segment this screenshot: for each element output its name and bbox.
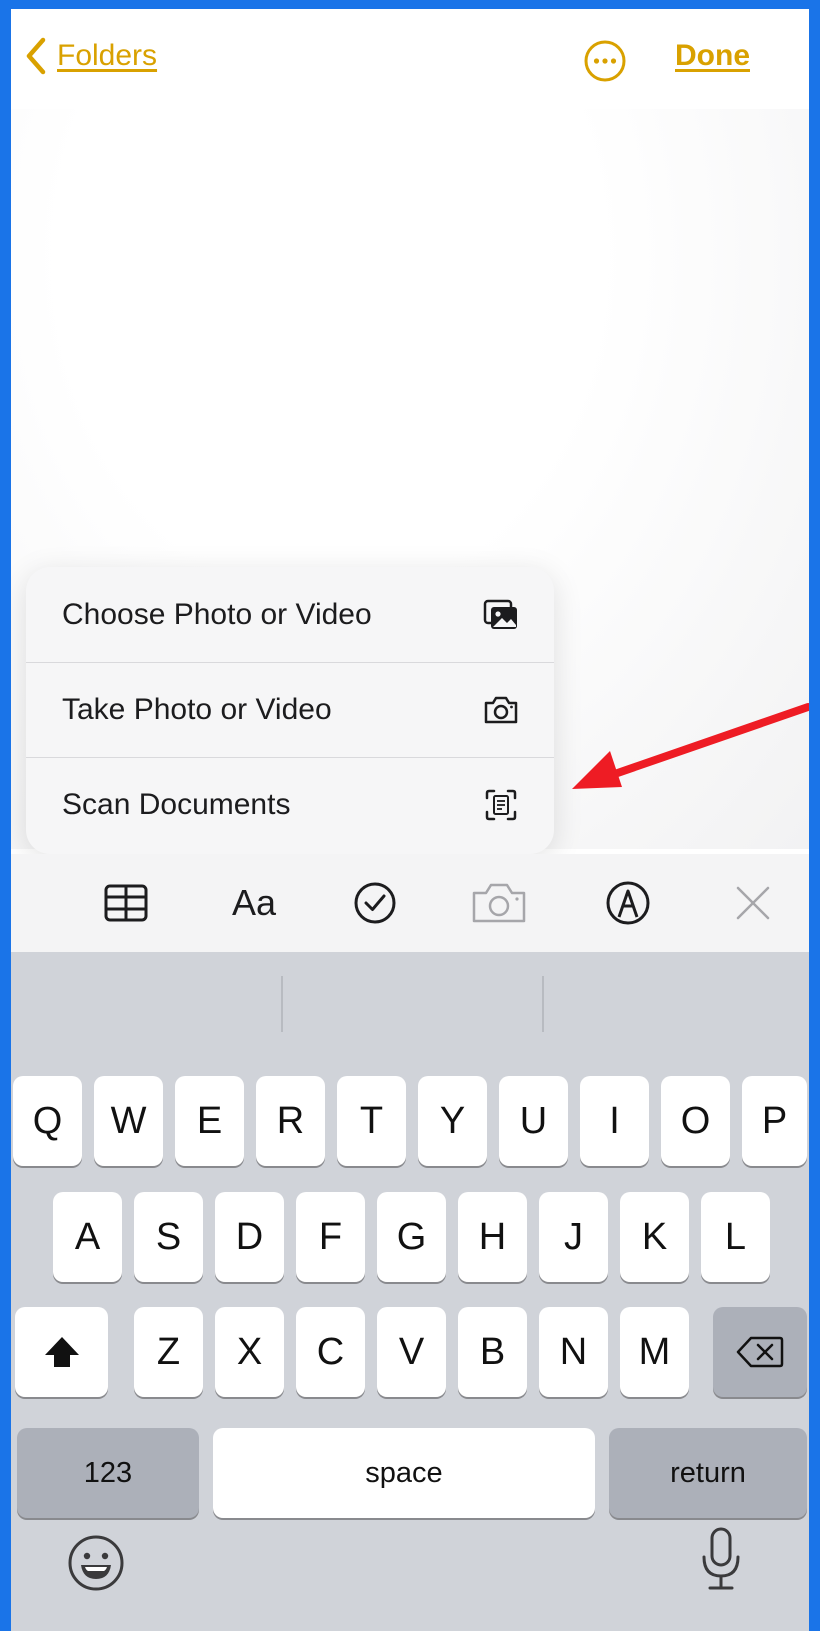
key-n[interactable]: N	[539, 1307, 608, 1397]
ellipsis-circle-icon	[584, 40, 626, 82]
key-h[interactable]: H	[458, 1192, 527, 1282]
photo-library-icon	[483, 597, 519, 633]
key-u[interactable]: U	[499, 1076, 568, 1166]
close-icon	[736, 886, 770, 920]
suggestion-divider	[281, 976, 283, 1032]
menu-item-scan-documents[interactable]: Scan Documents	[26, 757, 554, 852]
key-g[interactable]: G	[377, 1192, 446, 1282]
key-x[interactable]: X	[215, 1307, 284, 1397]
back-button[interactable]: Folders	[25, 37, 157, 75]
space-key[interactable]: space	[213, 1428, 595, 1518]
navigation-bar: Folders Done	[11, 9, 809, 109]
key-a[interactable]: A	[53, 1192, 122, 1282]
markup-icon	[606, 881, 650, 925]
attachment-menu: Choose Photo or Video Take Photo or Vide…	[26, 567, 554, 854]
table-icon	[104, 884, 148, 922]
camera-icon	[483, 692, 519, 728]
key-d[interactable]: D	[215, 1192, 284, 1282]
markup-button[interactable]	[601, 876, 655, 930]
shift-key[interactable]	[15, 1307, 108, 1397]
text-format-button[interactable]: Aa	[220, 876, 288, 930]
key-l[interactable]: L	[701, 1192, 770, 1282]
key-t[interactable]: T	[337, 1076, 406, 1166]
menu-item-label: Scan Documents	[62, 788, 291, 821]
key-b[interactable]: B	[458, 1307, 527, 1397]
key-q[interactable]: Q	[13, 1076, 82, 1166]
chevron-left-icon	[26, 37, 46, 75]
key-w[interactable]: W	[94, 1076, 163, 1166]
return-key[interactable]: return	[609, 1428, 807, 1518]
microphone-icon	[702, 1527, 740, 1590]
key-c[interactable]: C	[296, 1307, 365, 1397]
close-toolbar-button[interactable]	[726, 876, 780, 930]
key-e[interactable]: E	[175, 1076, 244, 1166]
emoji-icon	[68, 1535, 124, 1591]
format-toolbar: Aa	[11, 854, 809, 952]
menu-item-label: Take Photo or Video	[62, 693, 332, 726]
back-button-label: Folders	[57, 39, 158, 72]
key-f[interactable]: F	[296, 1192, 365, 1282]
key-r[interactable]: R	[256, 1076, 325, 1166]
suggestion-divider	[542, 976, 544, 1032]
key-p[interactable]: P	[742, 1076, 807, 1166]
key-j[interactable]: J	[539, 1192, 608, 1282]
table-button[interactable]	[97, 876, 155, 930]
shift-icon	[44, 1337, 79, 1367]
backspace-icon	[736, 1336, 784, 1368]
checklist-button[interactable]	[348, 876, 402, 930]
annotation-arrow-icon	[572, 703, 809, 789]
key-o[interactable]: O	[661, 1076, 730, 1166]
key-s[interactable]: S	[134, 1192, 203, 1282]
keyboard: Q W E R T Y U I O P A S D F G H J K L Z …	[11, 952, 809, 1631]
dictation-button[interactable]	[699, 1526, 743, 1597]
more-options-button[interactable]	[583, 39, 627, 88]
key-m[interactable]: M	[620, 1307, 689, 1397]
camera-icon	[472, 883, 526, 923]
scan-document-icon	[483, 787, 519, 823]
key-i[interactable]: I	[580, 1076, 649, 1166]
emoji-button[interactable]	[67, 1534, 125, 1597]
key-v[interactable]: V	[377, 1307, 446, 1397]
done-button[interactable]: Done	[675, 39, 750, 73]
notes-screen: Folders Done Choose Photo or Video Take …	[11, 9, 809, 1631]
delete-key[interactable]	[713, 1307, 807, 1397]
camera-button[interactable]	[466, 876, 532, 930]
menu-item-choose-photo[interactable]: Choose Photo or Video	[26, 567, 554, 662]
key-y[interactable]: Y	[418, 1076, 487, 1166]
checklist-icon	[354, 882, 396, 924]
menu-item-take-photo[interactable]: Take Photo or Video	[26, 662, 554, 757]
key-z[interactable]: Z	[134, 1307, 203, 1397]
key-k[interactable]: K	[620, 1192, 689, 1282]
numbers-key[interactable]: 123	[17, 1428, 199, 1518]
menu-item-label: Choose Photo or Video	[62, 597, 372, 631]
